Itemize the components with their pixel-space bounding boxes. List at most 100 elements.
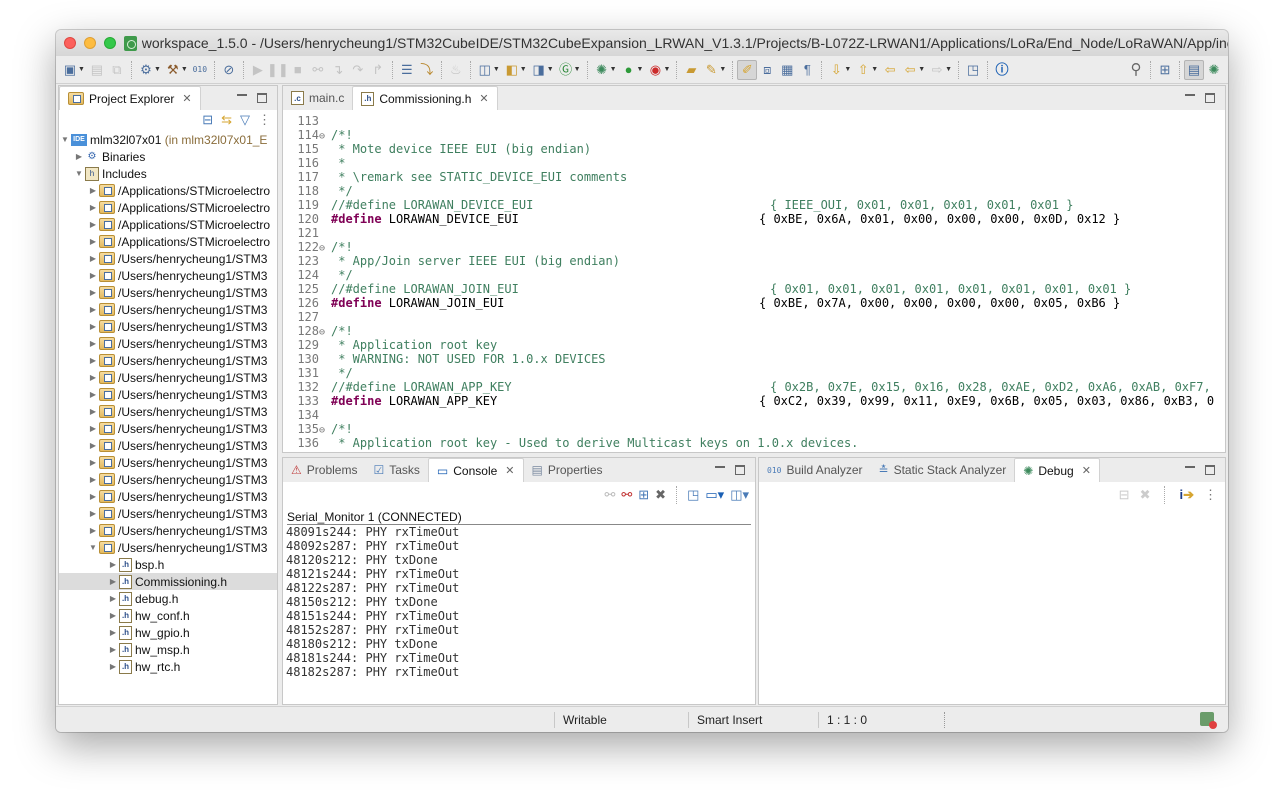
save-icon[interactable]: ▤ [87, 60, 107, 80]
maximize-icon[interactable] [735, 465, 745, 475]
dropdown-arrow-icon[interactable]: ▼ [945, 66, 952, 73]
open-console-icon[interactable]: ◫▾ [730, 487, 749, 503]
collapsed-arrow-icon[interactable]: ▶ [87, 407, 99, 416]
dropdown-arrow-icon[interactable]: ▼ [844, 66, 851, 73]
remove-all-terminated-icon[interactable]: ✖ [1140, 487, 1151, 503]
show-whitespace-icon[interactable]: ▦ [777, 60, 797, 80]
maximize-icon[interactable] [1205, 465, 1215, 475]
tree-node[interactable]: ▶ .h bsp.h [59, 556, 277, 573]
tree-node[interactable]: ▶ .h hw_rtc.h [59, 658, 277, 675]
minimize-window-button[interactable] [84, 37, 96, 49]
save-all-icon[interactable]: ⧉ [107, 60, 127, 80]
collapsed-arrow-icon[interactable]: ▶ [87, 186, 99, 195]
view-menu-icon[interactable]: ⋮ [1204, 487, 1217, 503]
close-icon[interactable]: ✕ [1082, 464, 1091, 477]
collapsed-arrow-icon[interactable]: ▶ [107, 645, 119, 654]
previous-annotation-icon[interactable]: ⇧ [853, 60, 873, 80]
dropdown-arrow-icon[interactable]: ▼ [181, 66, 188, 73]
use-step-filters-icon[interactable]: ⤵ [417, 60, 437, 80]
collapsed-arrow-icon[interactable]: ▶ [87, 339, 99, 348]
filter-icon[interactable]: ▽ [240, 112, 250, 128]
collapsed-arrow-icon[interactable]: ▶ [87, 220, 99, 229]
minimize-icon[interactable] [237, 94, 247, 96]
collapsed-arrow-icon[interactable]: ▶ [87, 441, 99, 450]
status-insert-mode[interactable]: Smart Insert [688, 712, 818, 728]
close-icon[interactable]: ✕ [479, 92, 488, 105]
tab-debug[interactable]: ✺ Debug ✕ [1014, 458, 1100, 482]
new-c-file-icon[interactable]: ◨ [529, 60, 549, 80]
close-icon[interactable]: ✕ [505, 464, 514, 477]
tree-node[interactable]: ▶ /Applications/STMicroelectro [59, 216, 277, 233]
tree-node[interactable]: ▶ /Users/henrycheung1/STM3 [59, 369, 277, 386]
collapsed-arrow-icon[interactable]: ▶ [107, 560, 119, 569]
close-icon[interactable]: ✕ [182, 92, 191, 105]
collapsed-arrow-icon[interactable]: ▶ [87, 526, 99, 535]
link-with-editor-icon[interactable]: ⇆ [221, 112, 232, 128]
zoom-window-button[interactable] [104, 37, 116, 49]
collapsed-arrow-icon[interactable]: ▶ [87, 492, 99, 501]
minimize-icon[interactable] [1185, 466, 1195, 468]
tab-main-c[interactable]: .c main.c [283, 86, 352, 110]
resume-icon[interactable]: ▶ [248, 60, 268, 80]
scroll-lock-icon[interactable]: ⊞ [638, 487, 649, 503]
dropdown-arrow-icon[interactable]: ▼ [574, 66, 581, 73]
open-perspective-icon[interactable]: ⊞ [1155, 60, 1175, 80]
tree-node[interactable]: ▶ .h Commissioning.h [59, 573, 277, 590]
tree-node[interactable]: ▶ /Users/henrycheung1/STM3 [59, 318, 277, 335]
progress-icon[interactable] [1200, 712, 1217, 729]
tree-node[interactable]: ▶ .h debug.h [59, 590, 277, 607]
dropdown-arrow-icon[interactable]: ▼ [918, 66, 925, 73]
tree-node[interactable]: ▶ /Applications/STMicroelectro [59, 233, 277, 250]
step-return-icon[interactable]: ↱ [368, 60, 388, 80]
collapsed-arrow-icon[interactable]: ▶ [87, 458, 99, 467]
instruction-step-icon[interactable]: ☰ [397, 60, 417, 80]
code-editor[interactable]: 113 114⊖/*! 115 * Mote device IEEE EUI (b… [283, 114, 1225, 452]
tree-node[interactable]: ▶ ⚙ Binaries [59, 148, 277, 165]
collapsed-arrow-icon[interactable]: ▶ [87, 288, 99, 297]
tree-node[interactable]: ▶ .h hw_msp.h [59, 641, 277, 658]
collapsed-arrow-icon[interactable]: ▶ [87, 322, 99, 331]
tree-node[interactable]: ▶ /Users/henrycheung1/STM3 [59, 386, 277, 403]
connect-icon[interactable]: ⚯ [621, 487, 632, 503]
next-annotation-icon[interactable]: ⇩ [826, 60, 846, 80]
terminate-icon[interactable]: ■ [288, 60, 308, 80]
collapse-all-icon[interactable]: ⊟ [1119, 487, 1130, 503]
tree-node[interactable]: ▼ h Includes [59, 165, 277, 182]
collapsed-arrow-icon[interactable]: ▶ [87, 203, 99, 212]
collapsed-arrow-icon[interactable]: ▶ [107, 594, 119, 603]
collapsed-arrow-icon[interactable]: ▶ [87, 390, 99, 399]
annotation-icon[interactable]: ✎ [701, 60, 721, 80]
console-output[interactable]: 48091s244: PHY rxTimeOut 48092s287: PHY r… [286, 525, 459, 679]
tree-node[interactable]: ▶ /Users/henrycheung1/STM3 [59, 488, 277, 505]
tree-node[interactable]: ▶ /Users/henrycheung1/STM3 [59, 352, 277, 369]
binary-icon[interactable]: 010 [190, 60, 210, 80]
skip-breakpoints-icon[interactable]: ⊘ [219, 60, 239, 80]
view-menu-icon[interactable]: ⋮ [258, 112, 271, 128]
collapsed-arrow-icon[interactable]: ▶ [87, 237, 99, 246]
forward-icon[interactable]: ⇨ [927, 60, 947, 80]
tab-project-explorer[interactable]: Project Explorer ✕ [59, 86, 201, 110]
dropdown-arrow-icon[interactable]: ▼ [493, 66, 500, 73]
tab-build-analyzer[interactable]: 010 Build Analyzer [759, 458, 871, 482]
tree-node[interactable]: ▶ /Users/henrycheung1/STM3 [59, 437, 277, 454]
collapsed-arrow-icon[interactable]: ▶ [73, 152, 85, 161]
instruction-stepping-icon[interactable]: i➔ [1179, 487, 1194, 503]
tree-node[interactable]: ▶ /Users/henrycheung1/STM3 [59, 471, 277, 488]
tab-properties[interactable]: ▤ Properties [524, 458, 611, 482]
pilcrow-icon[interactable]: ¶ [797, 60, 817, 80]
external-tools-icon[interactable]: ◉ [645, 60, 665, 80]
tree-node[interactable]: ▶ /Users/henrycheung1/STM3 [59, 335, 277, 352]
collapsed-arrow-icon[interactable]: ▶ [107, 577, 119, 586]
maximize-icon[interactable] [1205, 93, 1215, 103]
tab-static-stack-analyzer[interactable]: ≛ Static Stack Analyzer [871, 458, 1015, 482]
tree-node[interactable]: ▼ /Users/henrycheung1/STM3 [59, 539, 277, 556]
dropdown-arrow-icon[interactable]: ▼ [719, 66, 726, 73]
tree-node[interactable]: ▶ /Users/henrycheung1/STM3 [59, 301, 277, 318]
new-c-project-icon[interactable]: ◫ [475, 60, 495, 80]
tree-node[interactable]: ▶ /Users/henrycheung1/STM3 [59, 403, 277, 420]
new-source-folder-icon[interactable]: ◧ [502, 60, 522, 80]
build-config-icon[interactable]: ⚙ [136, 60, 156, 80]
dropdown-arrow-icon[interactable]: ▼ [78, 66, 85, 73]
collapsed-arrow-icon[interactable]: ▶ [107, 662, 119, 671]
display-console-icon[interactable]: ▭▾ [705, 487, 724, 503]
